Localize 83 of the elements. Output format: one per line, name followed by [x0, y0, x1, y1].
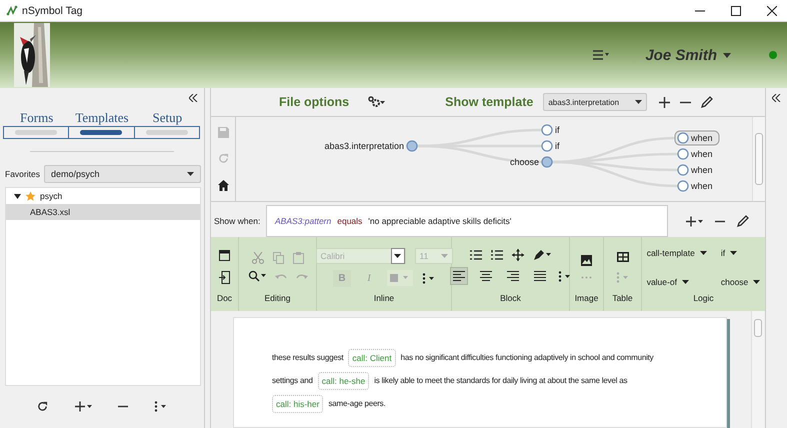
pencil-icon[interactable] — [701, 96, 714, 108]
window-title: nSymbol Tag — [22, 4, 83, 16]
logic-dropdown[interactable]: choose — [718, 270, 762, 293]
caret-icon — [187, 172, 194, 176]
tree-node[interactable]: when — [674, 130, 720, 146]
scrollbar[interactable] — [751, 311, 764, 428]
group-label: Inline — [374, 293, 394, 305]
more-icon[interactable] — [422, 272, 435, 284]
numbered-list-icon[interactable] — [491, 250, 503, 260]
group-label: Doc — [216, 293, 232, 305]
document-text: same-age peers. — [328, 399, 386, 408]
favorites-select[interactable]: demo/psych — [44, 165, 201, 183]
close-icon[interactable] — [767, 6, 777, 16]
group-label: Image — [574, 293, 598, 305]
tree-node[interactable]: when — [677, 164, 713, 176]
collapse-icon[interactable] — [772, 94, 781, 102]
add-icon[interactable] — [659, 96, 670, 108]
show-template-label: Show template — [445, 95, 534, 109]
caret-icon — [730, 250, 738, 254]
logic-dropdown[interactable]: value-of — [644, 270, 709, 293]
clipboard-icon[interactable] — [292, 252, 304, 264]
call-chip[interactable]: call: Client — [348, 348, 396, 366]
document-text: settings and — [272, 376, 313, 385]
logic-dropdown[interactable]: if — [718, 241, 762, 264]
app-logo-icon — [6, 4, 18, 16]
align-left-button[interactable] — [450, 267, 468, 285]
tree-item[interactable]: ABAS3.xsl — [6, 204, 200, 220]
group-label: Logic — [693, 293, 714, 305]
favorites-label: Favorites — [5, 169, 40, 179]
import-icon[interactable] — [219, 271, 230, 284]
collapse-icon[interactable] — [189, 94, 198, 102]
scrollbar[interactable] — [752, 117, 765, 201]
pen-icon[interactable] — [533, 249, 551, 261]
tab-indicator[interactable] — [80, 130, 122, 135]
group-label: Block — [500, 293, 521, 305]
add-icon[interactable] — [684, 216, 702, 226]
user-menu[interactable]: Joe Smith — [645, 46, 731, 64]
document-text: has no significant difficulties functioning adaptively in school and community — [400, 353, 654, 362]
menu-icon[interactable] — [593, 50, 610, 60]
home-icon[interactable] — [218, 180, 228, 192]
condition-field[interactable]: ABAS3:pattern equals 'no appreciable adaptive skills deficits' — [266, 205, 668, 237]
tree-node[interactable]: when — [677, 148, 713, 160]
pencil-icon[interactable] — [736, 215, 748, 227]
tree-node[interactable]: choose — [510, 156, 553, 168]
caret-icon — [682, 280, 689, 284]
image-icon[interactable] — [581, 255, 592, 266]
color-select[interactable] — [387, 270, 413, 286]
logic-dropdown[interactable]: call-template — [644, 241, 709, 264]
refresh-icon[interactable] — [37, 400, 48, 412]
find-replace-icon[interactable] — [248, 270, 266, 282]
tree-item[interactable]: psych — [6, 188, 200, 204]
document-text: is likely able to meet the standards for daily living at about the same level as — [374, 376, 628, 385]
group-label: Table — [612, 293, 633, 305]
caret-icon — [394, 254, 401, 258]
color-swatch-icon — [390, 274, 410, 282]
document-text: these results suggest — [272, 353, 344, 362]
expand-icon[interactable] — [14, 192, 21, 200]
template-select[interactable]: abas3.interpretation — [543, 93, 648, 111]
add-icon[interactable] — [74, 400, 92, 412]
maximize-icon[interactable] — [731, 6, 741, 16]
move-icon[interactable] — [512, 249, 524, 261]
more-icon[interactable] — [154, 400, 167, 412]
caret-icon — [723, 52, 731, 58]
file-options-label: File options — [279, 95, 350, 109]
more-icon[interactable] — [558, 270, 571, 282]
tree-node[interactable]: abas3.interpretation — [324, 140, 418, 152]
call-chip[interactable]: call: he-she — [318, 372, 370, 390]
table-icon[interactable] — [616, 252, 628, 262]
status-dot-icon — [769, 51, 777, 59]
bullet-list-icon[interactable] — [470, 250, 482, 260]
group-label: Editing — [264, 293, 290, 305]
caret-icon — [635, 100, 642, 104]
tree-node[interactable]: when — [677, 180, 713, 192]
caret-icon — [440, 254, 448, 258]
caret-icon — [700, 250, 707, 254]
sidebar-tab[interactable]: Templates — [75, 110, 129, 126]
window-icon[interactable] — [219, 250, 230, 261]
call-chip[interactable]: call: his-her — [272, 394, 324, 412]
settings-icon[interactable] — [367, 96, 386, 108]
caret-icon — [753, 280, 760, 284]
sidebar-tab[interactable]: Setup — [152, 110, 182, 126]
sidebar-tab[interactable]: Forms — [20, 110, 54, 126]
show-when-label: Show when: — [213, 215, 262, 228]
